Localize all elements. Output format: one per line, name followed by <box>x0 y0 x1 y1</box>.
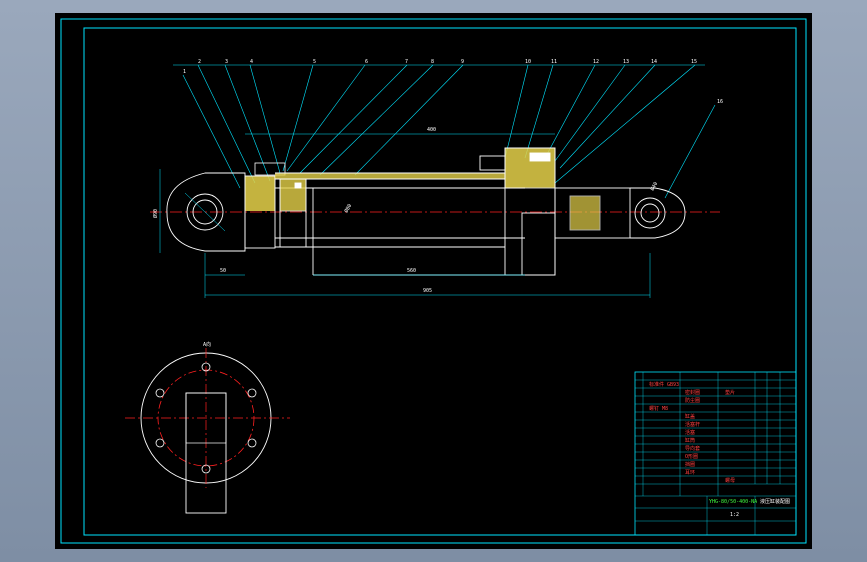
title-block: 标准件 GB93 密封圈 防尘圈 螺钉 M8 缸盖 活塞杆 活塞 缸筒 导向套 … <box>634 371 797 536</box>
title-block-row: 活塞杆 <box>685 421 700 428</box>
title-block-row: 活塞 <box>685 429 695 436</box>
piston <box>279 178 307 248</box>
part-label: 3 <box>225 59 228 65</box>
drawing-number: YHG-80/50-400-NA <box>709 499 757 505</box>
part-label: 16 <box>717 99 723 105</box>
title-block-row: 螺钉 M8 <box>649 405 668 412</box>
cad-viewport[interactable]: 1 2 3 4 5 6 7 8 9 10 11 12 13 14 15 16 4… <box>0 0 867 562</box>
part-label: 5 <box>313 59 316 65</box>
part-label: 12 <box>593 59 599 65</box>
title-block-row: 密封圈 <box>685 389 700 396</box>
cylinder-barrel <box>275 172 525 276</box>
dim-stroke: 400 <box>427 127 436 133</box>
part-label: 14 <box>651 59 657 65</box>
part-label: 2 <box>198 59 201 65</box>
drawing-title: 液压缸装配图 <box>760 498 790 505</box>
part-labels: 1 2 3 4 5 6 7 8 9 10 11 12 13 14 15 16 <box>183 59 723 105</box>
title-block-row: 螺母 <box>725 477 735 484</box>
title-block-row: 防尘圈 <box>685 397 700 404</box>
title-block-row: 挡圈 <box>685 461 695 468</box>
part-label: 15 <box>691 59 697 65</box>
part-label: 7 <box>405 59 408 65</box>
dim-rod-length: 560 <box>407 268 416 274</box>
part-label: 6 <box>365 59 368 65</box>
end-view-label: A向 <box>203 341 211 348</box>
drawing-sheet: 1 2 3 4 5 6 7 8 9 10 11 12 13 14 15 16 4… <box>55 13 812 549</box>
title-block-row: 垫片 <box>725 389 735 396</box>
part-label: 1 <box>183 69 186 75</box>
title-block-row: 耳环 <box>685 470 695 476</box>
title-block-row: 导向套 <box>685 445 700 452</box>
title-block-row: 缸盖 <box>685 413 695 420</box>
dim-head-height: Ø90 <box>152 209 159 218</box>
part-label: 13 <box>623 59 629 65</box>
title-block-row: 标准件 GB93 <box>649 381 679 388</box>
end-view: A向 <box>125 341 290 514</box>
dim-total-length: 905 <box>423 288 432 294</box>
cad-drawing: 1 2 3 4 5 6 7 8 9 10 11 12 13 14 15 16 4… <box>60 18 807 544</box>
dim-eye-hole: Ø40 <box>649 181 660 192</box>
piston-rod <box>554 187 686 239</box>
part-label: 10 <box>525 59 531 65</box>
drawing-scale: 1:2 <box>730 512 739 518</box>
part-label: 8 <box>431 59 434 65</box>
part-label: 11 <box>551 59 557 65</box>
title-block-row: O形圈 <box>685 453 698 460</box>
dim-eye-width: 50 <box>220 268 226 274</box>
gland <box>479 147 556 276</box>
part-label: 9 <box>461 59 464 65</box>
title-block-row: 缸筒 <box>685 437 695 444</box>
part-label: 4 <box>250 59 253 65</box>
